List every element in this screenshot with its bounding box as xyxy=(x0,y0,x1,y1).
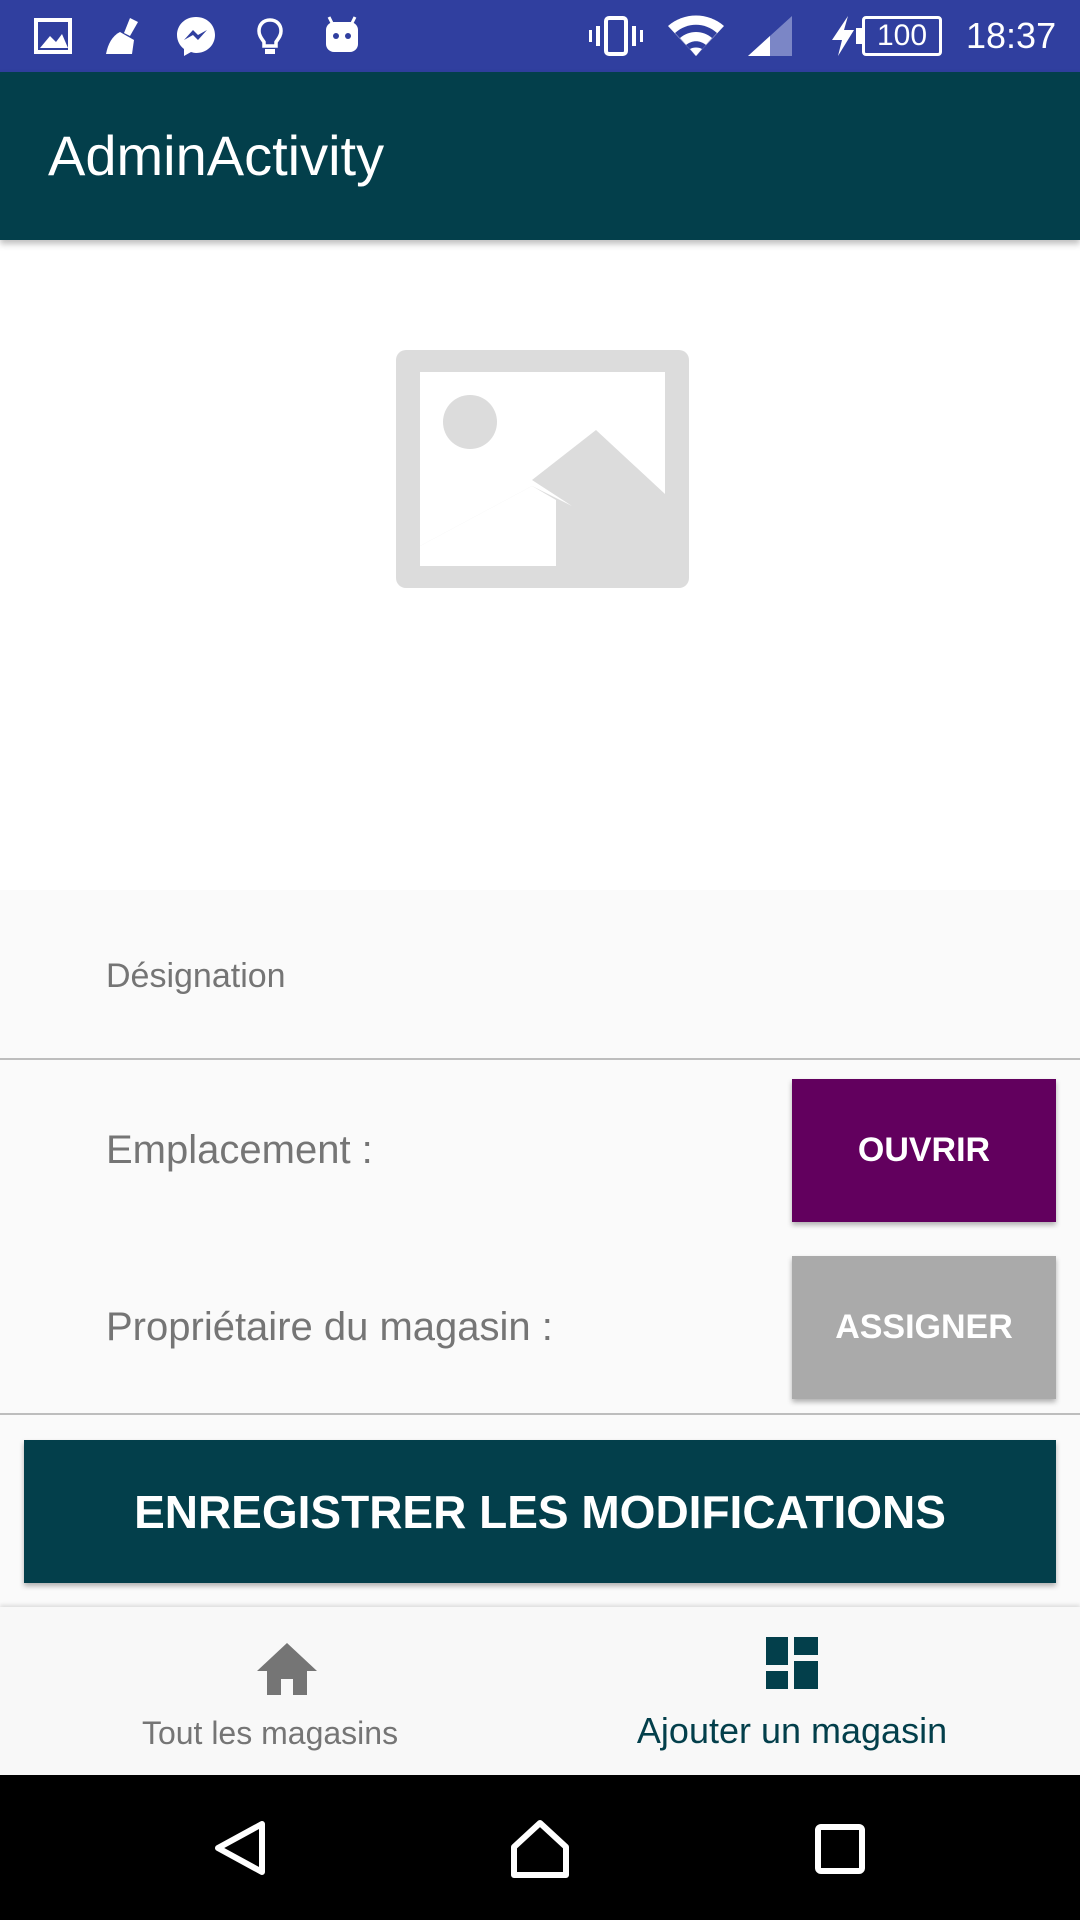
open-button[interactable]: OUVRIR xyxy=(792,1079,1056,1222)
wifi-icon xyxy=(668,15,724,56)
messenger-icon xyxy=(177,17,215,56)
nav-item-all-stores[interactable]: Tout les magasins xyxy=(0,1607,540,1775)
designation-underline xyxy=(0,1058,1080,1060)
system-navigation-bar xyxy=(0,1775,1080,1920)
image-placeholder-icon xyxy=(396,350,689,588)
owner-label: Propriétaire du magasin : xyxy=(106,1305,553,1349)
bottom-navigation: Tout les magasins Ajouter un magasin xyxy=(0,1607,1080,1775)
assign-button[interactable]: ASSIGNER xyxy=(792,1256,1056,1399)
location-label: Emplacement : xyxy=(106,1128,373,1172)
save-changes-button[interactable]: ENREGISTRER LES MODIFICATIONS xyxy=(24,1440,1056,1583)
form-divider xyxy=(0,1413,1080,1415)
home-icon[interactable] xyxy=(508,1817,572,1881)
status-bar: 100 18:37 xyxy=(0,0,1080,72)
dashboard-icon xyxy=(766,1637,818,1689)
broom-icon xyxy=(106,18,138,54)
vibrate-icon xyxy=(589,16,643,56)
nav-label-all-stores: Tout les magasins xyxy=(141,1715,399,1751)
app-title: AdminActivity xyxy=(48,124,385,187)
designation-field[interactable]: Désignation xyxy=(106,955,286,997)
nav-label-add-store: Ajouter un magasin xyxy=(636,1710,948,1751)
battery-level: 100 xyxy=(876,19,928,52)
store-image[interactable] xyxy=(0,240,1080,890)
gallery-icon xyxy=(34,18,72,54)
android-icon xyxy=(326,16,358,52)
home-icon xyxy=(257,1643,317,1695)
lightbulb-icon xyxy=(257,18,283,54)
battery-tip xyxy=(856,28,862,44)
signal-icon xyxy=(748,16,792,56)
recents-icon[interactable] xyxy=(814,1823,866,1875)
status-time: 18:37 xyxy=(966,15,1057,56)
battery-icon: 100 xyxy=(862,16,942,56)
app-bar: AdminActivity xyxy=(0,72,1080,240)
nav-item-add-store[interactable]: Ajouter un magasin xyxy=(522,1607,1062,1775)
back-icon[interactable] xyxy=(212,1820,268,1876)
charging-icon xyxy=(832,16,854,56)
